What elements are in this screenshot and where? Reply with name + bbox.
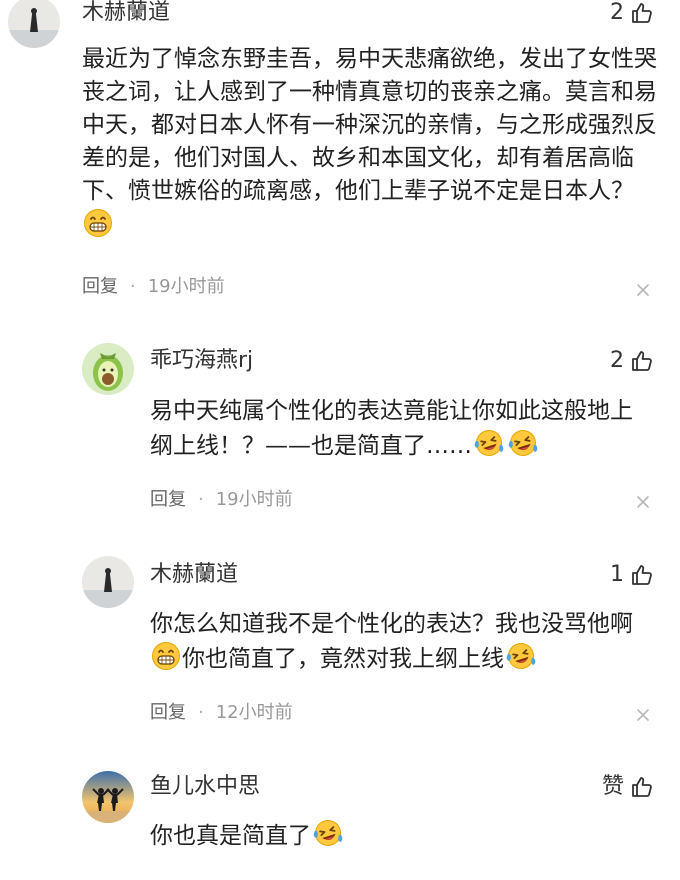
avatar[interactable] (8, 0, 60, 48)
comment-text: 你怎么知道我不是个性化的表达？我也没骂他啊 你也简直了，竟然对我上纲上线 (150, 608, 660, 676)
username[interactable]: 乖巧海燕rj (150, 346, 253, 376)
username[interactable]: 木赫蘭道 (82, 0, 170, 28)
comment-text-line: 易中天纯属个性化的表达竟能让你如此这般地上 (150, 398, 633, 424)
comment-text-line: 纲上线！？——也是简直了…… (150, 428, 660, 463)
close-icon[interactable] (636, 283, 650, 297)
like-button[interactable]: 1 (610, 560, 654, 590)
like-count: 2 (610, 348, 624, 373)
timestamp: 19小时前 (147, 276, 225, 297)
separator-dot: · (198, 702, 204, 723)
comment-text: 易中天纯属个性化的表达竟能让你如此这般地上 纲上线！？——也是简直了…… (150, 395, 660, 463)
separator-dot: · (130, 276, 136, 297)
comment-text: 最近为了悼念东野圭吾，易中天悲痛欲绝，发出了女性哭丧之词，让人感到了一种情真意切… (82, 43, 657, 243)
reply-button[interactable]: 回复 (82, 275, 118, 299)
username[interactable]: 鱼儿水中思 (150, 772, 260, 802)
like-button[interactable]: 2 (610, 346, 654, 376)
comment-text-body: 你也简直了，竟然对我上纲上线 (182, 646, 504, 672)
comment-text-body: 最近为了悼念东野圭吾，易中天悲痛欲绝，发出了女性哭丧之词，让人感到了一种情真意切… (82, 46, 657, 204)
comment-text-line: 你怎么知道我不是个性化的表达？我也没骂他啊 (150, 611, 633, 637)
comment-actions: 回复 · 19小时前 (150, 488, 293, 512)
thumbs-up-icon (630, 775, 654, 799)
like-button[interactable]: 2 (610, 0, 654, 28)
reply-button[interactable]: 回复 (150, 701, 186, 725)
close-icon[interactable] (636, 708, 650, 722)
laugh-cry-emoji (473, 428, 505, 458)
like-count: 1 (610, 562, 624, 587)
comment-actions: 回复 · 19小时前 (82, 275, 225, 299)
laugh-cry-emoji (505, 641, 537, 671)
grin-emoji (151, 641, 181, 671)
comment-text-line: 你也简直了，竟然对我上纲上线 (150, 641, 660, 676)
grin-emoji (83, 208, 113, 238)
close-icon[interactable] (636, 495, 650, 509)
like-button[interactable]: 赞 (602, 772, 654, 802)
username[interactable]: 木赫蘭道 (150, 560, 238, 590)
comment-text-body: 你也真是简直了 (150, 823, 311, 849)
thumbs-up-icon (630, 563, 654, 587)
laugh-cry-emoji (312, 818, 344, 848)
like-count: 2 (610, 0, 624, 25)
timestamp: 19小时前 (215, 489, 293, 510)
avatar[interactable] (82, 343, 134, 395)
comment-text-body: 纲上线！？——也是简直了…… (150, 433, 472, 459)
reply-button[interactable]: 回复 (150, 488, 186, 512)
separator-dot: · (198, 489, 204, 510)
thumbs-up-icon (630, 349, 654, 373)
comment-text: 你也真是简直了 (150, 818, 660, 853)
timestamp: 12小时前 (215, 702, 293, 723)
laugh-cry-emoji (507, 428, 539, 458)
like-label: 赞 (601, 774, 624, 799)
comment-1: 木赫蘭道 2 最近为了悼念东野圭吾，易中天悲痛欲绝，发出了女性哭丧之词，让人感到… (0, 0, 680, 320)
thumbs-up-icon (630, 1, 654, 25)
avatar[interactable] (82, 771, 134, 823)
comment-actions: 回复 · 12小时前 (150, 701, 293, 725)
avatar[interactable] (82, 556, 134, 608)
